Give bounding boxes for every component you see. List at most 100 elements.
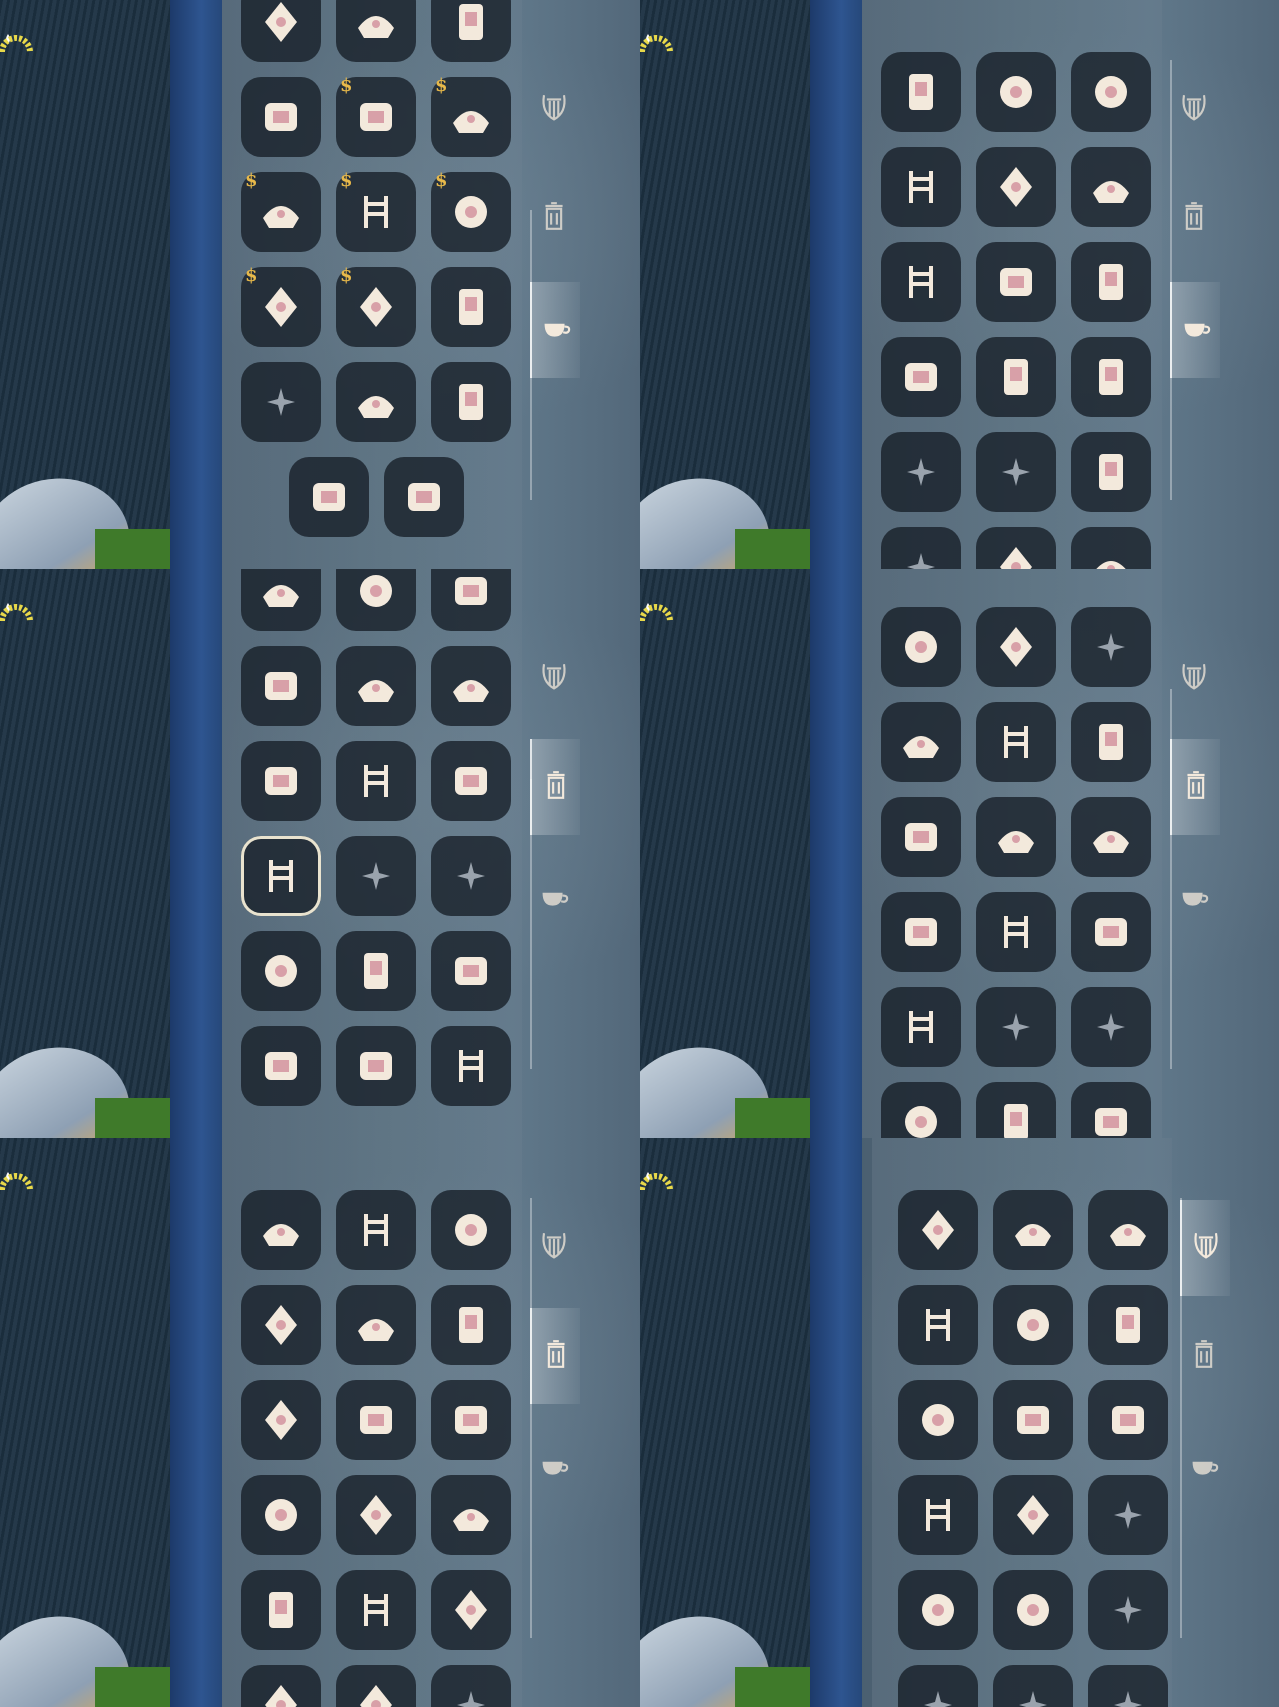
item-slot[interactable]	[976, 892, 1056, 972]
item-slot[interactable]	[1088, 1285, 1168, 1365]
item-slot[interactable]	[1071, 52, 1151, 132]
item-slot[interactable]	[993, 1380, 1073, 1460]
item-slot[interactable]	[881, 702, 961, 782]
item-slot[interactable]	[241, 1570, 321, 1650]
tab-instruments[interactable]	[1170, 80, 1218, 140]
scroll-track[interactable]	[530, 1198, 532, 1638]
item-slot[interactable]	[1071, 987, 1151, 1067]
item-slot[interactable]	[1071, 607, 1151, 687]
item-slot[interactable]	[1088, 1570, 1168, 1650]
item-slot[interactable]	[881, 432, 961, 512]
item-slot[interactable]	[881, 527, 961, 569]
scroll-track[interactable]	[1170, 689, 1172, 1069]
item-slot[interactable]	[1088, 1475, 1168, 1555]
tab-props[interactable]	[530, 1438, 578, 1498]
item-slot[interactable]	[431, 931, 511, 1011]
item-slot[interactable]	[881, 242, 961, 322]
item-slot[interactable]	[1071, 1082, 1151, 1138]
item-slot[interactable]	[976, 337, 1056, 417]
item-slot[interactable]	[336, 1026, 416, 1106]
item-slot[interactable]	[993, 1190, 1073, 1270]
item-slot[interactable]	[336, 836, 416, 916]
item-slot[interactable]	[976, 987, 1056, 1067]
item-slot[interactable]	[898, 1475, 978, 1555]
tab-furniture[interactable]	[1170, 739, 1220, 835]
item-slot[interactable]	[881, 147, 961, 227]
item-slot[interactable]	[976, 147, 1056, 227]
item-slot[interactable]	[336, 1475, 416, 1555]
item-slot[interactable]	[241, 362, 321, 442]
item-slot[interactable]	[881, 607, 961, 687]
item-slot[interactable]	[241, 0, 321, 62]
item-slot[interactable]	[1071, 527, 1151, 569]
tab-props[interactable]	[530, 869, 578, 929]
item-slot[interactable]	[241, 569, 321, 631]
item-slot[interactable]	[336, 0, 416, 62]
item-slot[interactable]	[976, 527, 1056, 569]
tab-instruments[interactable]	[1170, 649, 1218, 709]
item-slot[interactable]: $	[336, 265, 416, 347]
item-slot[interactable]	[898, 1285, 978, 1365]
item-slot[interactable]	[336, 569, 416, 631]
item-slot[interactable]	[384, 457, 464, 537]
item-slot[interactable]	[976, 52, 1056, 132]
tab-furniture[interactable]	[530, 739, 580, 835]
item-slot[interactable]	[898, 1570, 978, 1650]
item-slot[interactable]	[976, 432, 1056, 512]
tab-props[interactable]	[1170, 869, 1218, 929]
tab-props[interactable]	[1180, 1438, 1228, 1498]
item-slot[interactable]	[993, 1570, 1073, 1650]
item-slot[interactable]	[1088, 1665, 1168, 1707]
item-slot[interactable]	[1071, 337, 1151, 417]
item-slot[interactable]	[336, 1285, 416, 1365]
item-slot[interactable]: $	[241, 170, 321, 252]
item-slot[interactable]	[431, 267, 511, 347]
item-slot[interactable]	[976, 607, 1056, 687]
item-slot[interactable]	[976, 242, 1056, 322]
item-slot[interactable]	[241, 1190, 321, 1270]
scroll-track[interactable]	[1180, 1198, 1182, 1638]
tab-instruments[interactable]	[1180, 1200, 1230, 1296]
item-slot[interactable]	[993, 1475, 1073, 1555]
tab-instruments[interactable]	[530, 1218, 578, 1278]
item-slot[interactable]	[336, 1380, 416, 1460]
item-slot[interactable]	[431, 0, 511, 62]
item-slot[interactable]	[898, 1190, 978, 1270]
item-slot[interactable]	[431, 1380, 511, 1460]
tab-instruments[interactable]	[530, 649, 578, 709]
scroll-track[interactable]	[530, 210, 532, 500]
item-slot[interactable]	[1071, 702, 1151, 782]
item-slot[interactable]	[1071, 432, 1151, 512]
item-slot[interactable]	[336, 741, 416, 821]
item-slot[interactable]: $	[336, 75, 416, 157]
item-slot[interactable]	[881, 797, 961, 877]
item-slot[interactable]	[1088, 1380, 1168, 1460]
scroll-track[interactable]	[530, 779, 532, 1069]
item-slot[interactable]	[241, 646, 321, 726]
item-slot[interactable]	[336, 646, 416, 726]
item-slot[interactable]	[431, 362, 511, 442]
tab-furniture[interactable]	[1180, 1326, 1228, 1386]
item-slot[interactable]: $	[431, 170, 511, 252]
item-slot[interactable]	[898, 1380, 978, 1460]
item-slot[interactable]	[881, 987, 961, 1067]
item-slot[interactable]	[976, 797, 1056, 877]
item-slot[interactable]	[431, 1026, 511, 1106]
item-slot[interactable]	[431, 1475, 511, 1555]
item-slot[interactable]: $	[336, 170, 416, 252]
item-slot[interactable]	[881, 337, 961, 417]
item-slot[interactable]	[993, 1285, 1073, 1365]
item-slot[interactable]: $	[241, 265, 321, 347]
item-slot[interactable]	[1071, 147, 1151, 227]
item-slot[interactable]	[993, 1665, 1073, 1707]
item-slot[interactable]	[241, 1380, 321, 1460]
item-slot[interactable]	[431, 741, 511, 821]
item-slot[interactable]	[1071, 242, 1151, 322]
item-slot[interactable]	[881, 892, 961, 972]
item-slot[interactable]	[289, 457, 369, 537]
tab-instruments[interactable]	[530, 80, 578, 140]
scroll-track[interactable]	[1170, 60, 1172, 500]
item-slot[interactable]	[241, 77, 321, 157]
tab-furniture[interactable]	[530, 188, 578, 248]
tab-props[interactable]	[1170, 282, 1220, 378]
